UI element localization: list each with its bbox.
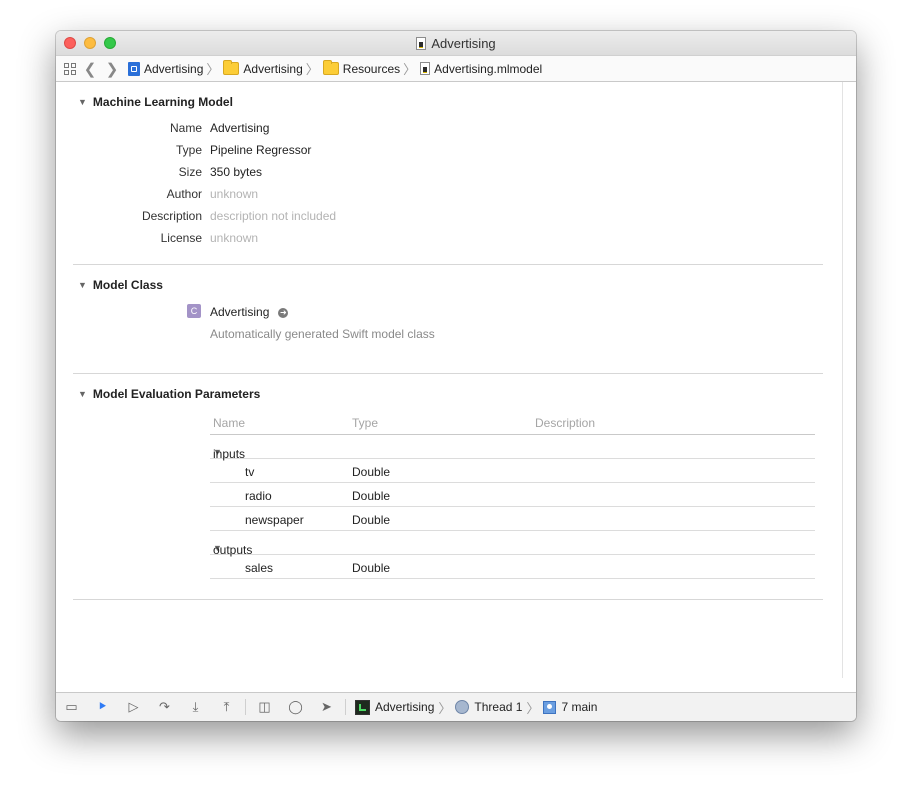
section-divider — [73, 373, 823, 374]
crumb-resources-label: Resources — [342, 61, 401, 76]
prop-description-label: Description — [141, 209, 202, 223]
prop-description-value: description not included — [210, 209, 337, 223]
hide-debug-area-icon[interactable]: ▭ — [56, 699, 87, 715]
prop-author-value: unknown — [210, 187, 259, 201]
section-ml-model-title: Machine Learning Model — [92, 95, 233, 109]
class-icon: C — [187, 304, 201, 318]
memory-graph-icon[interactable]: ◯ — [280, 699, 311, 715]
prop-name-value: Advertising — [210, 121, 270, 135]
group-row-inputs[interactable]: ▼ inputs — [210, 435, 815, 461]
table-row[interactable]: sales Double — [210, 555, 815, 579]
prop-license-value: unknown — [210, 231, 259, 245]
crumb-group[interactable]: Advertising — [223, 60, 303, 76]
model-editor: ▼ Machine Learning Model Name Advertisin… — [56, 82, 843, 678]
app-process-icon — [355, 699, 370, 715]
parameters-table: Name Type Description ▼ inputs tv Double … — [210, 406, 815, 579]
debug-crumb-frame-label: 7 main — [561, 700, 598, 714]
table-row[interactable]: newspaper Double — [210, 507, 815, 531]
debug-crumb-thread-label: Thread 1 — [474, 700, 523, 714]
section-ml-model[interactable]: ▼ Machine Learning Model — [78, 95, 233, 109]
minimize-button[interactable] — [84, 37, 96, 49]
forward-arrow-icon[interactable]: ❯ — [104, 60, 120, 78]
title-bar: Advertising — [56, 31, 856, 55]
crumb-project-label: Advertising — [144, 61, 204, 76]
chevron-right-icon: 〉 — [438, 700, 452, 716]
mlmodel-file-icon — [416, 36, 427, 50]
param-type: Double — [352, 465, 391, 479]
mlmodel-file-icon — [420, 62, 431, 75]
model-class-description: Automatically generated Swift model clas… — [210, 327, 435, 341]
model-class-name: Advertising — [210, 305, 270, 319]
table-row[interactable]: radio Double — [210, 483, 815, 507]
debug-crumb-thread[interactable]: Thread 1 — [455, 700, 522, 714]
chevron-right-icon: 〉 — [305, 62, 319, 77]
section-evaluation-title: Model Evaluation Parameters — [92, 387, 261, 401]
step-over-icon[interactable]: ↷ — [149, 699, 180, 715]
prop-type-value: Pipeline Regressor — [210, 143, 312, 157]
section-divider — [73, 264, 823, 265]
model-class-link[interactable]: Advertising ➜ — [210, 305, 289, 319]
prop-size-value: 350 bytes — [210, 165, 263, 179]
view-hierarchy-icon[interactable]: ◫ — [249, 699, 280, 715]
param-name: tv — [245, 465, 255, 479]
disclosure-triangle-icon[interactable]: ▼ — [78, 389, 87, 399]
param-name: sales — [245, 561, 274, 575]
crumb-file[interactable]: Advertising.mlmodel — [420, 62, 542, 76]
debug-bar: ▭ ⯈ ▷ ↷ ⤓ ⤒ ◫ ◯ ➤ Advertising 〉 Thread 1… — [56, 692, 856, 721]
group-row-outputs[interactable]: ▼ outputs — [210, 531, 815, 557]
xcode-window: Advertising ❮ ❯ Advertising 〉 Advertisin… — [56, 31, 856, 721]
debug-crumb-frame[interactable]: 7 main — [543, 700, 597, 714]
section-model-class-title: Model Class — [92, 278, 163, 292]
zoom-button[interactable] — [104, 37, 116, 49]
prop-type-label: Type — [175, 143, 202, 157]
param-name: newspaper — [245, 513, 304, 527]
prop-name-label: Name — [169, 121, 202, 135]
table-header: Name Type Description — [210, 406, 815, 435]
disclosure-triangle-icon[interactable]: ▼ — [78, 280, 87, 290]
chevron-right-icon: 〉 — [403, 62, 417, 77]
folder-icon — [223, 60, 240, 75]
param-type: Double — [352, 489, 391, 503]
param-type: Double — [352, 561, 391, 575]
crumb-resources[interactable]: Resources — [322, 60, 401, 76]
crumb-project[interactable]: Advertising — [128, 61, 204, 76]
jump-bar: ❮ ❯ Advertising 〉 Advertising 〉 Resource… — [56, 55, 856, 82]
back-arrow-icon[interactable]: ❮ — [82, 60, 98, 78]
continue-icon[interactable]: ▷ — [118, 699, 149, 715]
disclosure-triangle-icon[interactable]: ▼ — [78, 97, 87, 107]
step-into-icon[interactable]: ⤓ — [180, 699, 211, 715]
param-name: radio — [245, 489, 272, 503]
breakpoints-toggle-icon[interactable]: ⯈ — [87, 699, 118, 715]
project-icon — [128, 61, 140, 76]
section-divider — [73, 599, 823, 600]
debug-crumb-process[interactable]: Advertising — [355, 699, 435, 715]
chevron-right-icon: 〉 — [206, 62, 220, 77]
debug-crumb-process-label: Advertising — [375, 700, 435, 714]
column-header-type[interactable]: Type — [352, 416, 378, 430]
close-button[interactable] — [64, 37, 76, 49]
section-model-class[interactable]: ▼ Model Class — [78, 278, 163, 292]
related-items-icon[interactable] — [64, 62, 76, 75]
simulate-location-icon[interactable]: ➤ — [311, 699, 342, 715]
chevron-right-icon: 〉 — [526, 700, 540, 716]
step-out-icon[interactable]: ⤒ — [211, 699, 242, 715]
prop-license-label: License — [160, 231, 202, 245]
param-type: Double — [352, 513, 391, 527]
thread-icon — [455, 700, 470, 714]
window-title: Advertising — [416, 31, 496, 55]
arrow-right-circle-icon[interactable]: ➜ — [278, 307, 289, 318]
crumb-file-label: Advertising.mlmodel — [434, 61, 543, 76]
window-title-text: Advertising — [431, 35, 496, 51]
toolbar-divider — [245, 699, 246, 715]
toolbar-divider — [345, 699, 346, 715]
prop-author-label: Author — [166, 187, 202, 201]
section-evaluation[interactable]: ▼ Model Evaluation Parameters — [78, 387, 260, 401]
table-row[interactable]: tv Double — [210, 459, 815, 483]
prop-size-label: Size — [178, 165, 202, 179]
stack-frame-icon — [543, 700, 557, 714]
column-header-name[interactable]: Name — [213, 416, 245, 430]
folder-icon — [322, 60, 339, 75]
column-header-description[interactable]: Description — [535, 416, 595, 430]
crumb-group-label: Advertising — [243, 61, 303, 76]
